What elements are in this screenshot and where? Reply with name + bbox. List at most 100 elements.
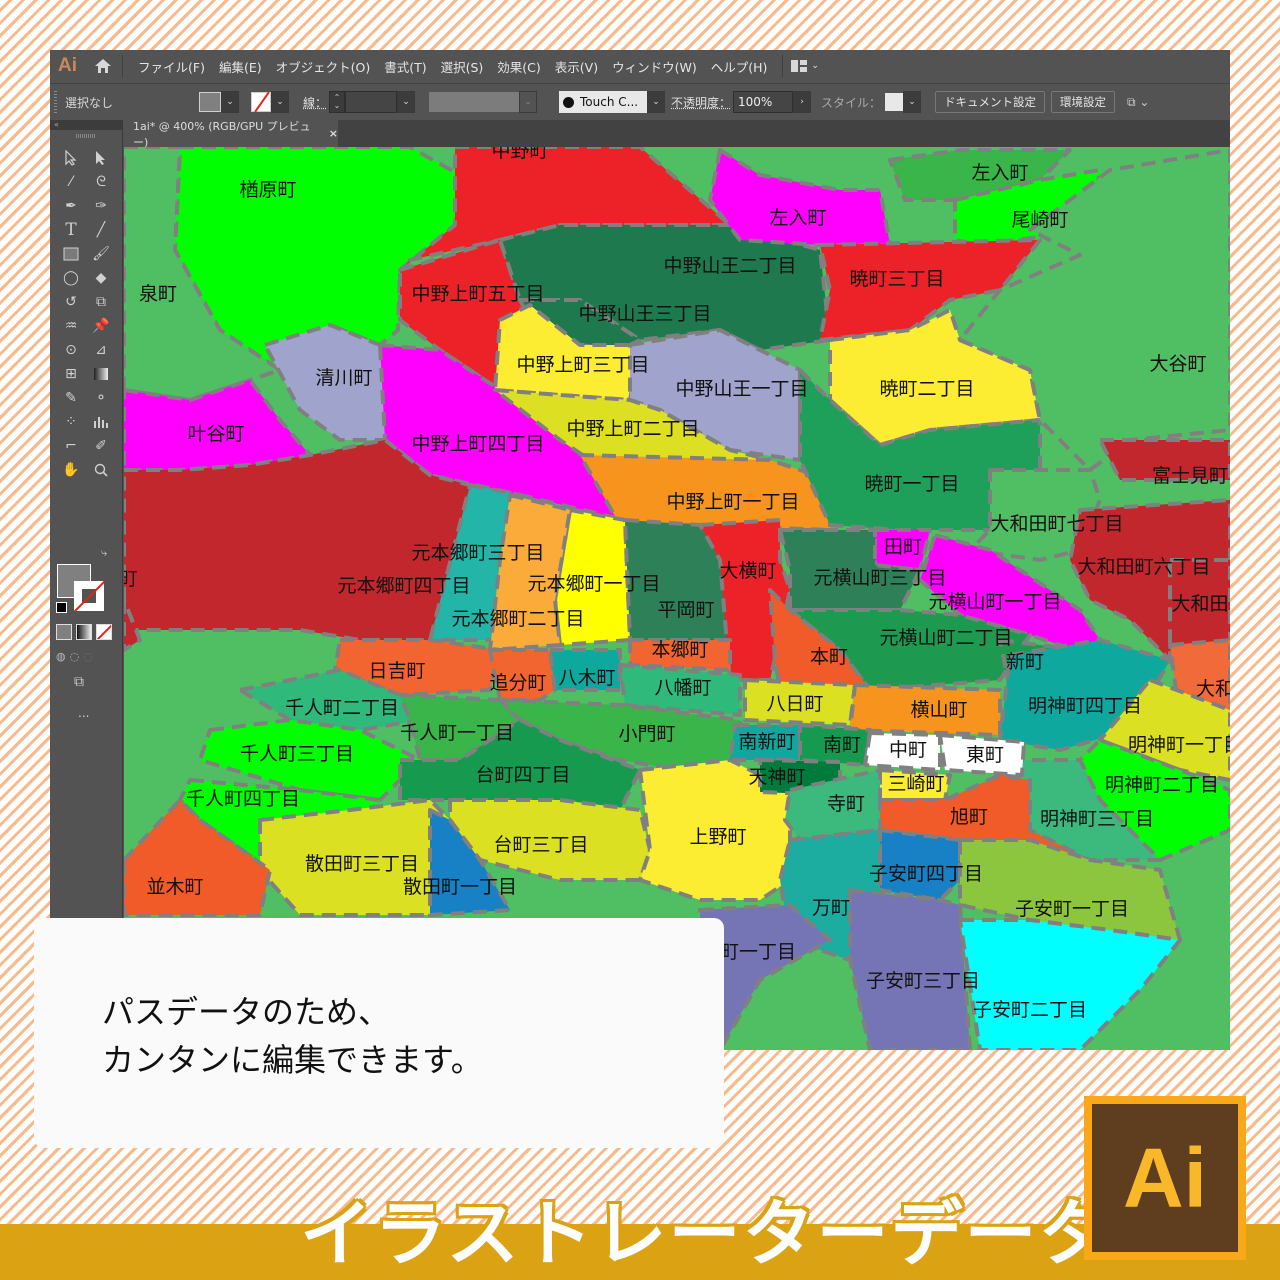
- artboard-canvas[interactable]: 楢原町 泉町 清川町 叶谷町 中野町 中野上町五丁目 中野上町四丁目 中野山王二丁目 中野山王三…: [124, 147, 1230, 1050]
- column-graph-tool-icon[interactable]: [89, 410, 113, 434]
- shaper-tool-icon[interactable]: ◯: [59, 266, 83, 290]
- rectangle-tool-icon[interactable]: [59, 242, 83, 266]
- region-label: 子安町二丁目: [973, 999, 1087, 1021]
- map-region[interactable]: [124, 438, 472, 642]
- close-tab-icon[interactable]: ×: [329, 127, 338, 140]
- region-label: 中野上町一丁目: [666, 491, 799, 513]
- direct-selection-tool-icon[interactable]: [89, 146, 113, 170]
- panel-grip[interactable]: [54, 91, 57, 113]
- lasso-tool-icon[interactable]: ᘓ: [89, 170, 113, 194]
- puppet-warp-tool-icon[interactable]: 📌: [89, 314, 113, 338]
- menu-file[interactable]: ファイル(F): [131, 57, 212, 76]
- swap-fill-stroke-icon[interactable]: ⤷: [101, 546, 107, 560]
- message-card: パスデータのため、 カンタンに編集できます。: [34, 918, 724, 1148]
- variable-width-profile[interactable]: [429, 92, 520, 112]
- none-mode-icon[interactable]: [96, 624, 112, 640]
- menu-select[interactable]: 選択(S): [434, 57, 491, 76]
- opacity-arrow-icon[interactable]: ›: [793, 91, 812, 113]
- region-label: 旭町: [950, 806, 988, 828]
- free-transform-tool-icon[interactable]: ⊙: [59, 338, 83, 362]
- stroke-swatch[interactable]: [251, 92, 271, 112]
- workspace-switcher-icon[interactable]: ⌄: [791, 60, 819, 72]
- stroke-weight-input[interactable]: [345, 91, 398, 113]
- type-tool-icon[interactable]: T: [59, 218, 83, 242]
- map-region[interactable]: [958, 918, 1182, 1050]
- magic-wand-tool-icon[interactable]: ⁄: [59, 170, 83, 194]
- document-setup-button[interactable]: ドキュメント設定: [935, 91, 1046, 113]
- brush-name: Touch C...: [580, 95, 639, 109]
- stroke-weight-dropdown-icon[interactable]: ⌄: [397, 91, 416, 113]
- region-label: 大和田町七丁目: [990, 513, 1123, 535]
- region-label: 追分町: [489, 672, 546, 694]
- eyedropper-tool-icon[interactable]: ✎: [59, 386, 83, 410]
- mesh-tool-icon[interactable]: ⊞: [59, 362, 83, 386]
- brush-dropdown-icon[interactable]: ⌄: [647, 91, 666, 113]
- opacity-label[interactable]: 不透明度：: [671, 94, 731, 111]
- region-label: 富士見町: [1152, 465, 1228, 487]
- hand-tool-icon[interactable]: ✋: [59, 458, 83, 482]
- menu-edit[interactable]: 編集(E): [212, 57, 269, 76]
- style-dropdown-icon[interactable]: ⌄: [903, 91, 922, 113]
- menu-help[interactable]: ヘルプ(H): [704, 57, 775, 76]
- artboard-tool-icon[interactable]: ⌐: [59, 434, 83, 458]
- stroke-label[interactable]: 線：: [303, 94, 327, 111]
- blend-tool-icon[interactable]: ⚬: [89, 386, 113, 410]
- panel-grip[interactable]: [76, 134, 96, 138]
- message-text: パスデータのため、 カンタンに編集できます。: [102, 988, 483, 1084]
- paintbrush-tool-icon[interactable]: 🖌: [89, 242, 113, 266]
- region-label: 中野町: [491, 147, 548, 162]
- region-label: 三崎町: [887, 773, 944, 795]
- selection-tool-icon[interactable]: [59, 146, 83, 170]
- menu-type[interactable]: 書式(T): [377, 57, 433, 76]
- fill-dropdown-icon[interactable]: ⌄: [221, 91, 239, 113]
- warp-tool-icon[interactable]: ♒: [59, 314, 83, 338]
- map-region[interactable]: [708, 148, 892, 247]
- brush-definition[interactable]: Touch C...: [559, 91, 648, 113]
- color-mode-icon[interactable]: [56, 624, 72, 640]
- screen-mode-icon[interactable]: ⧉: [74, 674, 84, 690]
- pen-tool-icon[interactable]: ✒: [59, 194, 83, 218]
- eraser-tool-icon[interactable]: ◆: [89, 266, 113, 290]
- align-to-icon[interactable]: ⧉ ⌄: [1127, 95, 1149, 110]
- profile-dropdown-icon[interactable]: ⌄: [519, 91, 538, 113]
- stroke-weight-stepper[interactable]: ⌃ ⌄: [329, 91, 346, 113]
- fill-swatch[interactable]: [199, 92, 221, 112]
- menu-view[interactable]: 表示(V): [548, 57, 605, 76]
- region-label: 散田町一丁目: [403, 876, 517, 898]
- gradient-tool-icon[interactable]: [89, 362, 113, 386]
- line-segment-tool-icon[interactable]: ╱: [89, 218, 113, 242]
- default-colors-icon[interactable]: [56, 602, 67, 613]
- region-label: 中野山王一丁目: [675, 378, 808, 400]
- menu-effect[interactable]: 効果(C): [490, 57, 547, 76]
- document-tab[interactable]: 1ai* @ 400% (RGB/GPU プレビュー) ×: [123, 119, 338, 149]
- gradient-mode-icon[interactable]: [76, 624, 92, 640]
- preferences-button[interactable]: 環境設定: [1051, 91, 1116, 113]
- zoom-tool-icon[interactable]: [89, 458, 113, 482]
- region-label: 大和: [1196, 678, 1230, 700]
- region-label: 元本郷町三丁目: [411, 542, 544, 564]
- slice-tool-icon[interactable]: ✐: [89, 434, 113, 458]
- rotate-tool-icon[interactable]: ↺: [59, 290, 83, 314]
- opacity-input[interactable]: 100%: [733, 91, 794, 113]
- symbol-sprayer-tool-icon[interactable]: ⁘: [59, 410, 83, 434]
- scale-tool-icon[interactable]: ⧉: [89, 290, 113, 314]
- draw-mode-buttons: ◍ ◌ ◌: [56, 650, 93, 663]
- edit-toolbar-icon[interactable]: ...: [78, 706, 89, 720]
- region-label: 明神町四丁目: [1028, 695, 1142, 717]
- menu-window[interactable]: ウィンドウ(W): [605, 57, 704, 76]
- stroke-color-box[interactable]: [74, 581, 104, 611]
- curvature-tool-icon[interactable]: ✑: [89, 194, 113, 218]
- menu-object[interactable]: オブジェクト(O): [269, 57, 378, 76]
- draw-normal-icon[interactable]: ◍: [56, 650, 66, 663]
- stroke-dropdown-icon[interactable]: ⌄: [271, 91, 289, 113]
- region-label: 南町: [823, 734, 861, 756]
- collapse-panel-icon[interactable]: «: [50, 120, 122, 130]
- illustrator-badge: Ai: [1084, 1096, 1246, 1260]
- home-icon[interactable]: [92, 55, 114, 77]
- perspective-grid-tool-icon[interactable]: ⊿: [89, 338, 113, 362]
- draw-behind-icon[interactable]: ◌: [70, 650, 80, 663]
- style-swatch[interactable]: [885, 93, 904, 111]
- region-label: 元本郷町四丁目: [337, 575, 470, 597]
- document-tab-title: 1ai* @ 400% (RGB/GPU プレビュー): [133, 119, 311, 149]
- draw-inside-icon[interactable]: ◌: [83, 650, 93, 663]
